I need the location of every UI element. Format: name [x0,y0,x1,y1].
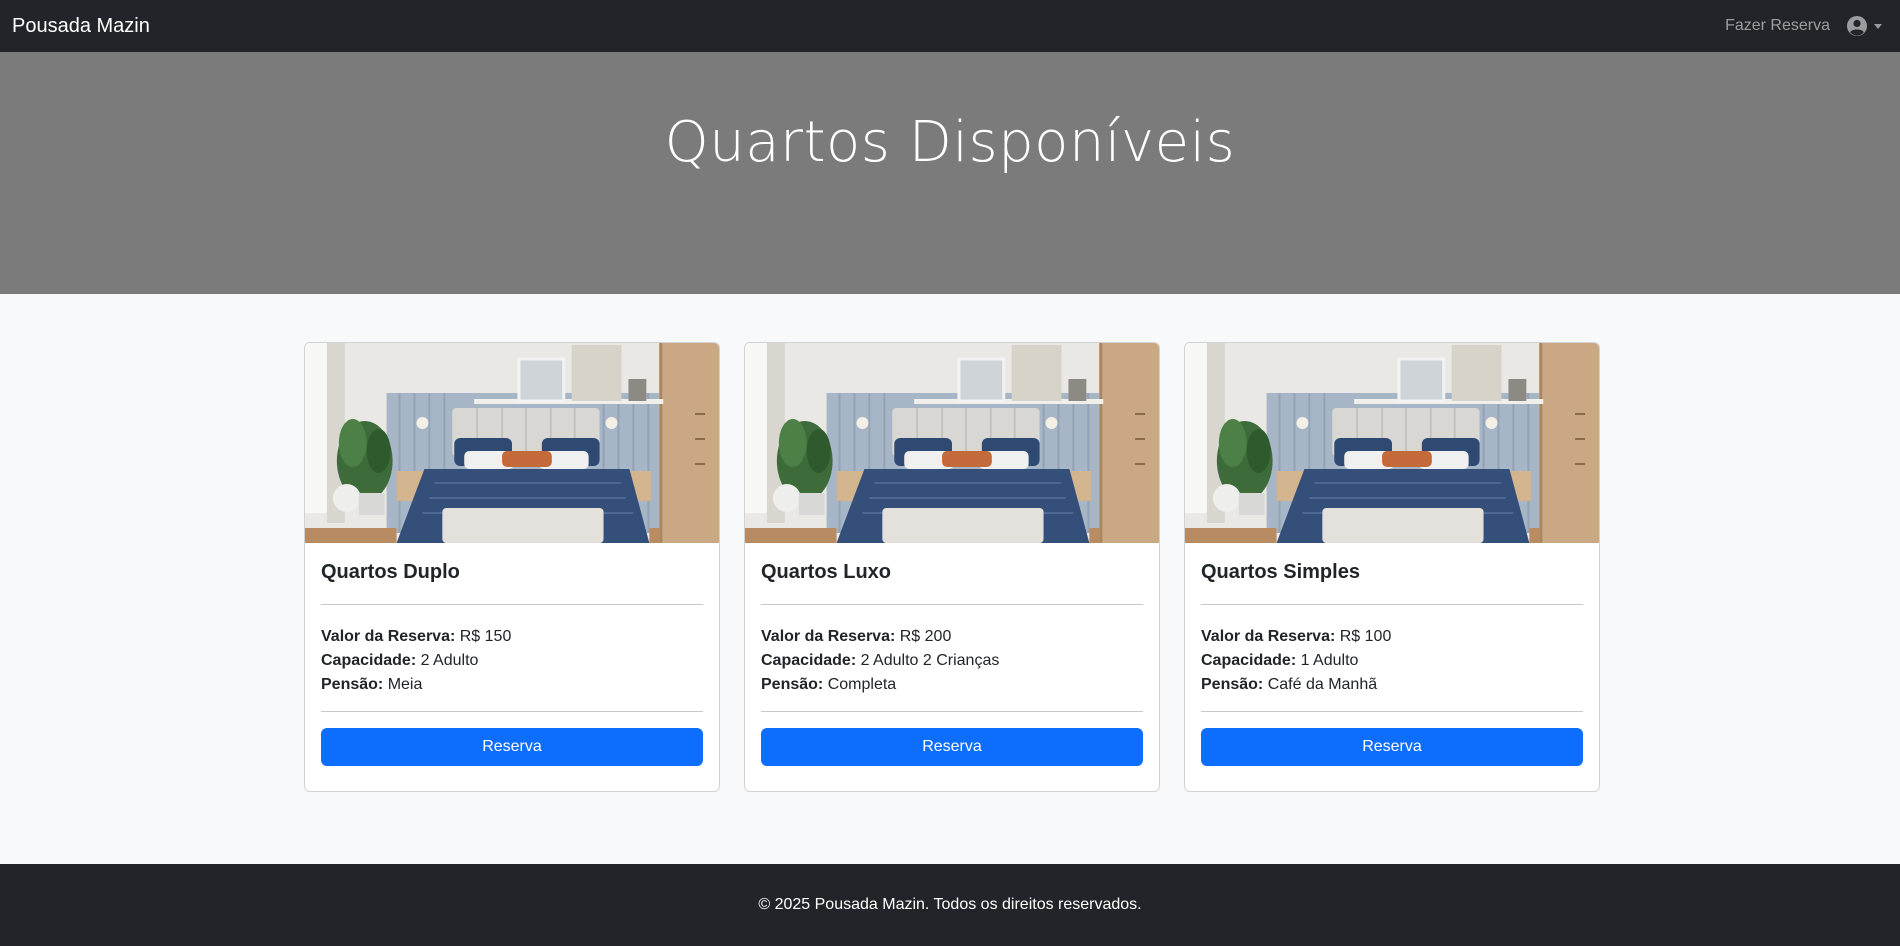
room-capacity-label: Capacidade: [321,652,417,669]
room-title: Quartos Luxo [761,561,892,583]
room-board-value: Completa [827,676,897,693]
page-title: Quartos Disponíveis [664,110,1236,175]
room-price-value: R$ 100 [1339,628,1392,645]
room-info: Valor da Reserva: R$ 200 Capacidade: 2 A… [761,625,1143,697]
user-circle-icon [1847,16,1867,36]
reserva-button[interactable]: Reserva [1201,728,1583,766]
room-capacity-value: 2 Adulto 2 Crianças [860,652,1000,669]
room-price-value: R$ 150 [459,628,512,645]
room-card: Quartos Duplo Valor da Reserva: R$ 150 C… [304,342,720,792]
room-title: Quartos Simples [1201,561,1360,583]
room-card-body: Quartos Simples Valor da Reserva: R$ 100… [1185,543,1599,791]
hero-banner: Quartos Disponíveis [0,52,1900,294]
divider [761,604,1143,605]
room-card-body: Quartos Luxo Valor da Reserva: R$ 200 Ca… [745,543,1159,791]
room-price-value: R$ 200 [899,628,952,645]
room-title: Quartos Duplo [321,561,460,583]
room-board-label: Pensão: [761,676,824,693]
room-photo [745,343,1159,543]
room-card-body: Quartos Duplo Valor da Reserva: R$ 150 C… [305,543,719,791]
room-capacity-value: 2 Adulto [420,652,479,669]
room-board: Pensão: Completa [761,673,1143,697]
divider [321,604,703,605]
chevron-down-icon [1874,23,1882,29]
room-capacity: Capacidade: 2 Adulto [321,649,703,673]
room-price-label: Valor da Reserva: [761,628,896,645]
room-board-label: Pensão: [321,676,384,693]
fazer-reserva-link[interactable]: Fazer Reserva [1725,17,1830,35]
room-price: Valor da Reserva: R$ 200 [761,625,1143,649]
navbar: Pousada Mazin Fazer Reserva [0,0,1900,52]
divider [1201,604,1583,605]
navbar-right: Fazer Reserva [1725,15,1888,37]
reserva-button[interactable]: Reserva [321,728,703,766]
room-price-label: Valor da Reserva: [1201,628,1336,645]
room-capacity-label: Capacidade: [1201,652,1297,669]
footer: © 2025 Pousada Mazin. Todos os direitos … [0,864,1900,946]
room-card: Quartos Simples Valor da Reserva: R$ 100… [1184,342,1600,792]
room-card: Quartos Luxo Valor da Reserva: R$ 200 Ca… [744,342,1160,792]
room-board-value: Meia [387,676,423,693]
room-photo [1185,343,1599,543]
divider [1201,711,1583,712]
room-price: Valor da Reserva: R$ 150 [321,625,703,649]
room-capacity-value: 1 Adulto [1300,652,1359,669]
room-board-label: Pensão: [1201,676,1264,693]
room-info: Valor da Reserva: R$ 100 Capacidade: 1 A… [1201,625,1583,697]
footer-copyright: © 2025 Pousada Mazin. Todos os direitos … [758,896,1142,913]
room-capacity: Capacidade: 1 Adulto [1201,649,1583,673]
room-board-value: Café da Manhã [1267,676,1378,693]
brand-link[interactable]: Pousada Mazin [12,15,150,38]
room-capacity-label: Capacidade: [761,652,857,669]
room-board: Pensão: Meia [321,673,703,697]
reserva-button[interactable]: Reserva [761,728,1143,766]
room-board: Pensão: Café da Manhã [1201,673,1583,697]
user-menu-toggle[interactable] [1846,15,1882,37]
room-info: Valor da Reserva: R$ 150 Capacidade: 2 A… [321,625,703,697]
room-cards: Quartos Duplo Valor da Reserva: R$ 150 C… [304,342,1600,792]
divider [761,711,1143,712]
divider [321,711,703,712]
room-price: Valor da Reserva: R$ 100 [1201,625,1583,649]
room-capacity: Capacidade: 2 Adulto 2 Crianças [761,649,1143,673]
room-price-label: Valor da Reserva: [321,628,456,645]
room-photo [305,343,719,543]
